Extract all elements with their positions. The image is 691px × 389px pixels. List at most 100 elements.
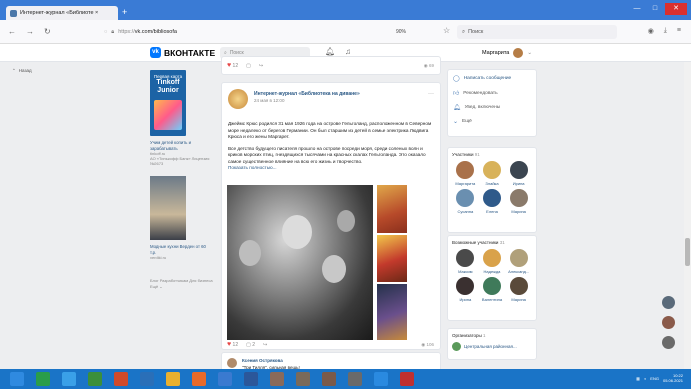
member-item[interactable]: Ирина: [505, 161, 532, 186]
ad-banner-tinkoff[interactable]: Первая карта Tinkoff Junior: [150, 70, 186, 136]
image-viewer-icon[interactable]: [322, 372, 336, 386]
post-photo-main[interactable]: [227, 185, 373, 340]
comment-button[interactable]: ▢ 2: [246, 342, 255, 348]
image-viewer-icon[interactable]: [270, 372, 284, 386]
vk-logo-text: ВКОНТАКТЕ: [164, 47, 216, 58]
address-bar[interactable]: ◌ 🔒︎ https://vk.com/bibliosofa: [104, 25, 419, 39]
like-button[interactable]: ♥ 12: [227, 341, 238, 348]
avatar[interactable]: [227, 358, 237, 368]
bookmark-star-icon[interactable]: ☆: [443, 26, 450, 35]
avatar[interactable]: [228, 89, 248, 109]
post-author[interactable]: Интернет-журнал «Библиотека на диване»: [254, 91, 360, 97]
post-actions: ♥ 12 ▢ ↪: [227, 62, 263, 69]
recommend-button[interactable]: 👍︎ Рекомендовать: [453, 89, 531, 98]
word-icon[interactable]: [244, 372, 258, 386]
member-item[interactable]: Елена: [479, 189, 506, 214]
download-icon[interactable]: ⤓: [664, 27, 667, 35]
image-viewer-icon[interactable]: [296, 372, 310, 386]
zoom-level[interactable]: 90%: [396, 29, 406, 35]
chat-avatar[interactable]: [662, 336, 675, 349]
member-item[interactable]: Злайка: [479, 161, 506, 186]
share-icon[interactable]: ↪: [263, 342, 267, 348]
user-menu[interactable]: Маргарита ⌄: [482, 48, 532, 58]
photo-figure: [337, 210, 355, 232]
pocket-icon[interactable]: ◉: [648, 27, 654, 35]
organizer-item[interactable]: Центральная районная...: [452, 342, 532, 351]
maximize-icon[interactable]: □: [647, 3, 663, 15]
chrome-icon[interactable]: [166, 372, 180, 386]
avatar: [456, 277, 475, 295]
photo-figure: [239, 240, 261, 266]
possible-members-header[interactable]: Возможные участники 31: [452, 240, 532, 245]
vk-logo[interactable]: vk ВКОНТАКТЕ: [150, 47, 215, 58]
member-item[interactable]: Ирина: [452, 277, 479, 302]
acrobat-icon[interactable]: [400, 372, 414, 386]
back-link[interactable]: ⌃ Назад: [12, 68, 32, 74]
post-photo-book-cover[interactable]: [377, 284, 407, 340]
post-photo-book-cover[interactable]: [377, 235, 407, 282]
browser-tab[interactable]: Интернет-журнал «Библиоте ×: [6, 6, 118, 20]
ad-title[interactable]: Учим детей копить и зарабатывать: [150, 140, 210, 151]
post-text: Джеймс Крюс родился 31 мая 1926 года на …: [228, 121, 435, 172]
post-date[interactable]: 24 мая в 12:00: [254, 98, 284, 103]
notifications-bell-icon[interactable]: 🔔︎: [325, 47, 335, 56]
minimize-icon[interactable]: —: [629, 3, 645, 15]
footer-links[interactable]: Блог Разработчикам Для бизнеса Ещё ⌄: [150, 278, 220, 289]
action-label: Ещё: [462, 119, 472, 124]
views-count: ◉ 69: [423, 63, 434, 68]
like-count: 12: [232, 63, 239, 69]
comment-author[interactable]: Ксения Острякова: [242, 358, 283, 363]
ad-image-kitchen[interactable]: [150, 176, 186, 240]
skype-icon[interactable]: [374, 372, 388, 386]
forward-arrow-icon[interactable]: →: [26, 27, 34, 36]
avatar: [509, 277, 528, 295]
member-item[interactable]: Сусанна: [452, 189, 479, 214]
member-item[interactable]: Марина: [505, 189, 532, 214]
comment-icon[interactable]: ▢: [246, 63, 251, 69]
share-icon[interactable]: ↪: [259, 63, 263, 69]
music-icon[interactable]: ♫: [345, 47, 351, 56]
language-indicator[interactable]: ENG: [650, 376, 659, 381]
image-viewer-icon[interactable]: [348, 372, 362, 386]
internet-explorer-icon[interactable]: [62, 372, 76, 386]
show-more-link[interactable]: Показать полностью...: [228, 165, 277, 170]
menu-icon[interactable]: ≡: [677, 27, 681, 35]
member-item[interactable]: Марина: [505, 277, 532, 302]
member-item[interactable]: Маргарита: [452, 161, 479, 186]
powerpoint-icon[interactable]: [114, 372, 128, 386]
member-item[interactable]: Александ...: [505, 249, 532, 274]
chat-avatar[interactable]: [662, 316, 675, 329]
post-photo-book-cover[interactable]: [377, 185, 407, 233]
reload-icon[interactable]: ↻: [44, 27, 51, 36]
like-button[interactable]: ♥ 12: [227, 62, 238, 69]
member-item[interactable]: Надежда: [479, 249, 506, 274]
write-message-button[interactable]: ◯ Написать сообщение: [453, 75, 531, 82]
close-window-icon[interactable]: ✕: [665, 3, 687, 15]
app-icon[interactable]: [88, 372, 102, 386]
possible-title: Возможные участники: [452, 240, 499, 245]
organizers-header[interactable]: Организаторы 1: [452, 333, 532, 338]
new-tab-button[interactable]: +: [122, 7, 127, 17]
post-paragraph: Все детство будущего писателя прошло на …: [228, 145, 426, 164]
shield-app-icon[interactable]: [140, 372, 154, 386]
members-header[interactable]: Участники 91: [452, 152, 532, 157]
scrollbar-track[interactable]: [684, 62, 691, 369]
notifications-toggle[interactable]: 🔔︎ Увед. включены: [453, 104, 531, 111]
browser-search-box[interactable]: ⌕ Поиск: [457, 25, 617, 39]
start-button-icon[interactable]: [10, 372, 24, 386]
more-button[interactable]: ⌄ Ещё: [453, 118, 531, 125]
chat-avatar[interactable]: [662, 296, 675, 309]
more-options-icon[interactable]: ···: [428, 91, 434, 97]
paint-icon[interactable]: [218, 372, 232, 386]
network-icon[interactable]: ▦: [636, 376, 640, 381]
scrollbar-thumb[interactable]: [685, 238, 690, 266]
volume-icon[interactable]: ◖: [644, 376, 646, 381]
firefox-icon[interactable]: [192, 372, 206, 386]
back-arrow-icon[interactable]: ←: [8, 27, 16, 36]
ads-column: Первая карта Tinkoff Junior Учим детей к…: [150, 70, 220, 289]
clock[interactable]: 10:22 05.06.2021: [663, 373, 683, 383]
member-item[interactable]: Валентина: [479, 277, 506, 302]
ad-title[interactable]: Модные кухни Верден от 60 т.р.: [150, 244, 210, 255]
excel-icon[interactable]: [36, 372, 50, 386]
member-item[interactable]: Максим: [452, 249, 479, 274]
